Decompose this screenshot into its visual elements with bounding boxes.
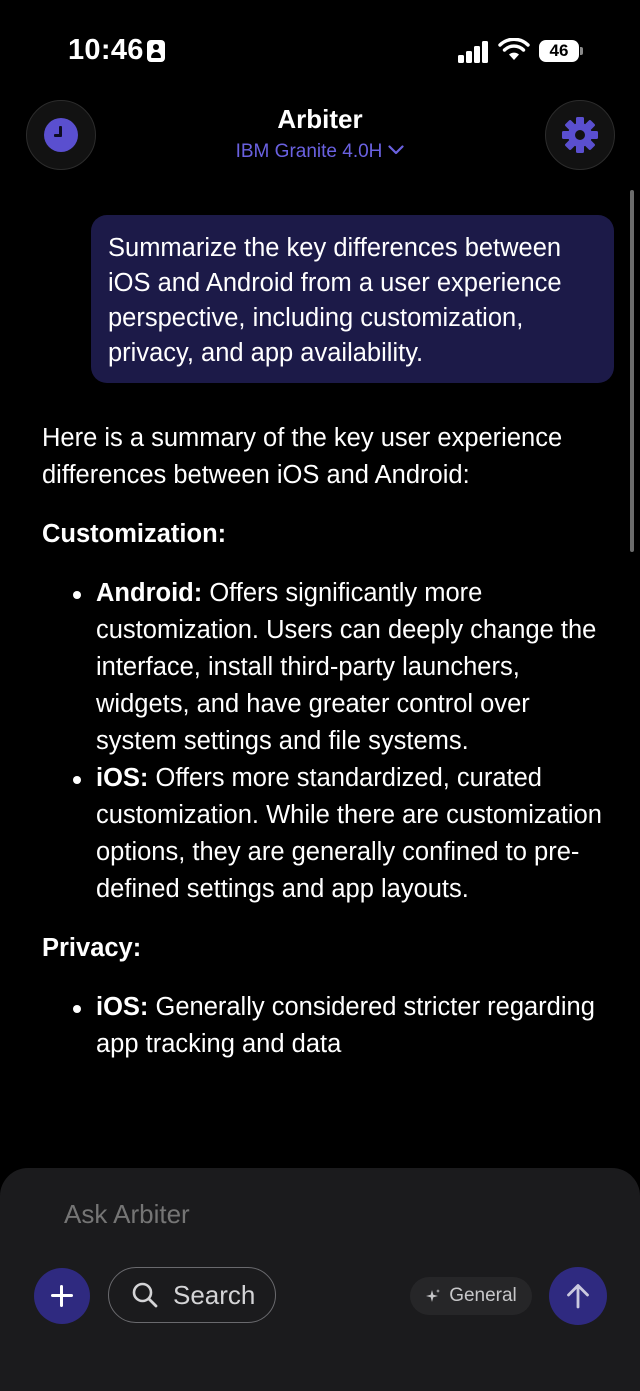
id-card-icon <box>147 40 165 62</box>
mode-chip[interactable]: General <box>410 1277 532 1315</box>
bullet-list: iOS: Generally considered stricter regar… <box>42 989 602 1063</box>
bullet-text: Generally considered stricter regarding … <box>96 993 595 1058</box>
section-heading: Customization: <box>42 520 227 548</box>
ask-input[interactable] <box>64 1199 544 1230</box>
search-button[interactable]: Search <box>108 1267 276 1323</box>
battery-icon: 46 <box>539 40 579 62</box>
list-item: iOS: Generally considered stricter regar… <box>42 989 602 1063</box>
assistant-response: Here is a summary of the key user experi… <box>42 420 602 1085</box>
gear-icon <box>562 117 598 153</box>
app-title: Arbiter <box>277 104 363 134</box>
search-label: Search <box>173 1279 256 1310</box>
user-message-bubble: Summarize the key differences between iO… <box>91 215 614 383</box>
list-item: Android: Offers significantly more custo… <box>42 575 602 760</box>
bullet-label: iOS: <box>96 993 149 1021</box>
status-time: 10:46 <box>68 34 144 66</box>
signal-icon <box>458 41 490 63</box>
model-name: IBM Granite 4.0H <box>235 141 383 162</box>
sparkle-icon <box>426 1289 441 1302</box>
search-icon <box>132 1282 158 1308</box>
bullet-list: Android: Offers significantly more custo… <box>42 575 602 908</box>
chevron-down-icon <box>388 145 404 155</box>
mode-label: General <box>449 1285 517 1306</box>
send-button[interactable] <box>549 1267 607 1325</box>
model-selector[interactable]: IBM Granite 4.0H <box>0 141 640 163</box>
bullet-label: Android: <box>96 579 203 607</box>
app-screen: 10:46 46 Arbiter IBM Granite 4.0H Summar… <box>0 0 640 1391</box>
plus-icon[interactable] <box>34 1268 90 1324</box>
list-item: iOS: Offers more standardized, curated c… <box>42 760 602 908</box>
response-intro: Here is a summary of the key user experi… <box>42 424 563 489</box>
scrollbar[interactable] <box>630 190 634 552</box>
wifi-icon <box>498 38 530 60</box>
battery-tip <box>580 47 583 55</box>
settings-button[interactable] <box>545 100 615 170</box>
bullet-label: iOS: <box>96 764 149 792</box>
section-heading: Privacy: <box>42 934 142 962</box>
bullet-text: Offers more standardized, curated custom… <box>96 764 602 903</box>
arrow-up-icon <box>567 1284 589 1309</box>
